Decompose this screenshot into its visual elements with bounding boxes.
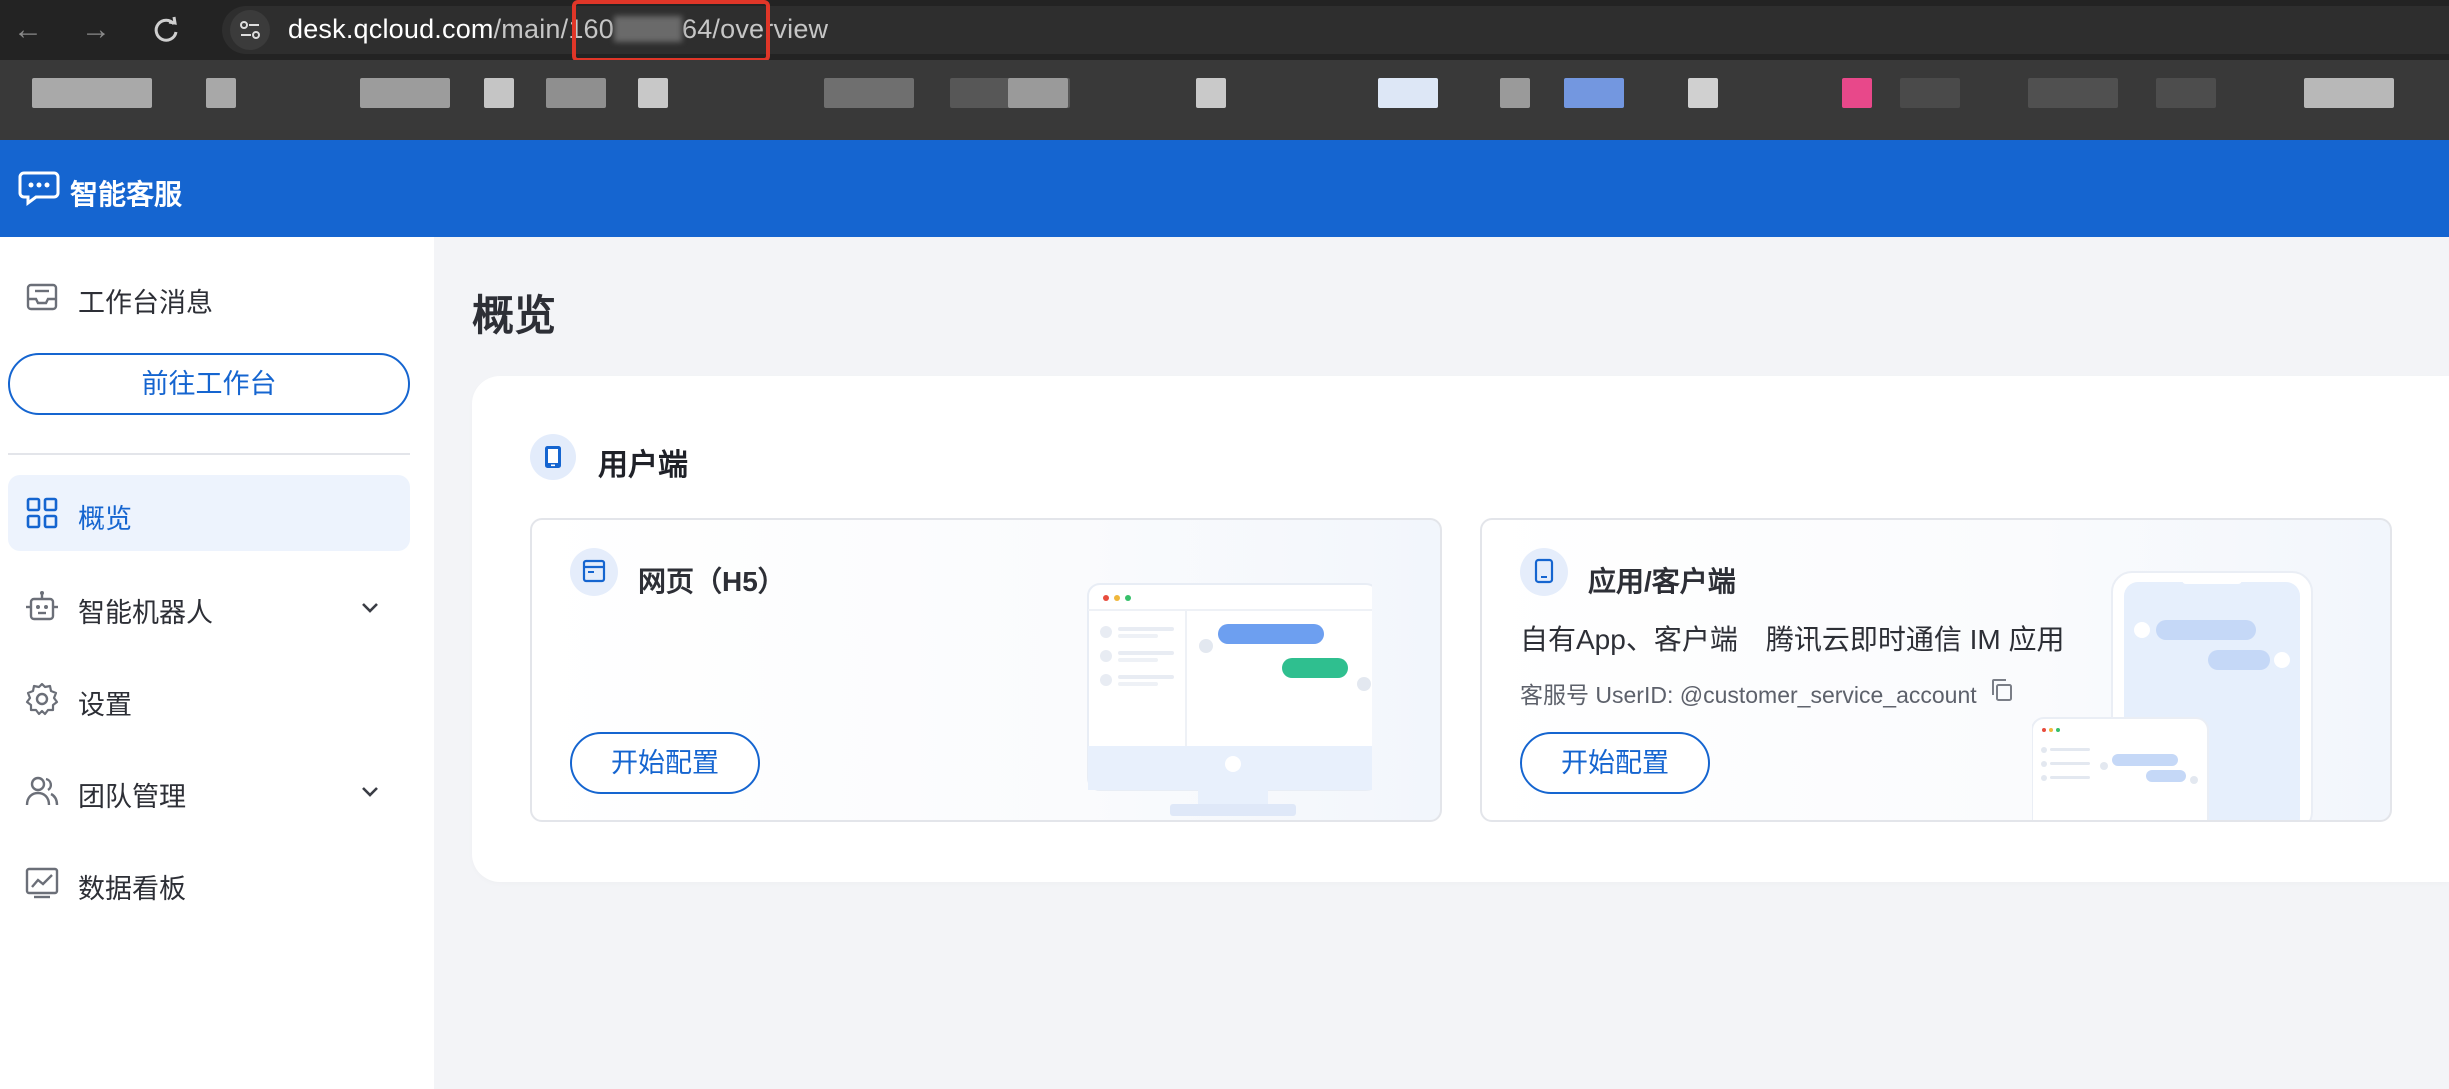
chevron-down-icon[interactable] bbox=[358, 779, 382, 803]
card-title: 应用/客户端 bbox=[1588, 566, 1736, 597]
bookmark-blurred[interactable] bbox=[1688, 78, 1718, 108]
address-bar[interactable]: desk.qcloud.com/main/160 64/overview bbox=[222, 6, 2449, 54]
web-h5-card: 网页（H5） 开始配置 bbox=[530, 518, 1442, 822]
sidebar-item-team[interactable]: 团队管理 bbox=[8, 753, 410, 829]
bookmark-blurred[interactable] bbox=[1842, 78, 1872, 108]
back-icon[interactable]: ← bbox=[10, 12, 46, 48]
bookmarks-bar bbox=[0, 60, 2449, 140]
url-highlight-box bbox=[572, 0, 770, 62]
sidebar-item-settings[interactable]: 设置 bbox=[8, 661, 410, 737]
bookmark-blurred[interactable] bbox=[1500, 78, 1530, 108]
page-title: 概览 bbox=[472, 292, 557, 339]
sidebar-item-robot[interactable]: 智能机器人 bbox=[8, 569, 410, 645]
card-icon-bg bbox=[1520, 548, 1568, 596]
sidebar-item-dashboard[interactable]: 数据看板 bbox=[8, 845, 410, 921]
sidebar-item-label: 设置 bbox=[78, 690, 132, 720]
sidebar-item-label: 工作台消息 bbox=[78, 288, 213, 318]
browser-toolbar: ← → desk.qcloud.com/main/160 64/overview bbox=[0, 0, 2449, 62]
site-info-icon[interactable] bbox=[230, 10, 270, 50]
section-icon-bg bbox=[530, 434, 576, 480]
mobile-app-icon bbox=[1534, 558, 1554, 584]
desktop-chat-illustration bbox=[1087, 583, 1372, 816]
sidebar-item-label: 数据看板 bbox=[78, 874, 186, 904]
bookmark-blurred[interactable] bbox=[1564, 78, 1624, 108]
bookmark-blurred[interactable] bbox=[206, 78, 236, 108]
bookmark-blurred[interactable] bbox=[32, 78, 152, 108]
start-config-button-app[interactable]: 开始配置 bbox=[1520, 732, 1710, 794]
team-icon bbox=[25, 776, 59, 806]
brand-name: 智能客服 bbox=[70, 179, 183, 210]
card-icon-bg bbox=[570, 548, 618, 596]
bookmark-blurred[interactable] bbox=[638, 78, 668, 108]
start-config-button-h5[interactable]: 开始配置 bbox=[570, 732, 760, 794]
sidebar-item-label: 智能机器人 bbox=[78, 598, 213, 628]
customer-service-userid: 客服号 UserID: @customer_service_account bbox=[1520, 682, 1977, 708]
bookmark-blurred[interactable] bbox=[360, 78, 450, 108]
sidebar-item-overview[interactable]: 概览 bbox=[8, 475, 410, 551]
bookmark-blurred[interactable] bbox=[1008, 78, 1068, 108]
url-host: desk.qcloud.com bbox=[288, 14, 494, 44]
gear-icon bbox=[25, 682, 59, 716]
app-client-card: 应用/客户端 自有App、客户端 腾讯云即时通信 IM 应用 客服号 UserI… bbox=[1480, 518, 2392, 822]
mobile-chat-illustration bbox=[2032, 571, 2313, 820]
card-title: 网页（H5） bbox=[638, 566, 786, 597]
bookmark-blurred[interactable] bbox=[2304, 78, 2394, 108]
forward-icon[interactable]: → bbox=[78, 12, 114, 48]
goto-workbench-button[interactable]: 前往工作台 bbox=[8, 353, 410, 415]
sidebar-item-label: 团队管理 bbox=[78, 782, 186, 812]
browser-window-icon bbox=[582, 559, 606, 583]
sidebar-divider bbox=[8, 453, 410, 455]
bookmark-blurred[interactable] bbox=[2156, 78, 2216, 108]
copy-icon[interactable] bbox=[1988, 676, 2016, 704]
bookmark-blurred[interactable] bbox=[1378, 78, 1438, 108]
section-title: 用户端 bbox=[598, 449, 688, 482]
bookmark-blurred[interactable] bbox=[2028, 78, 2118, 108]
chart-icon bbox=[25, 867, 59, 899]
inbox-icon bbox=[26, 283, 58, 311]
bookmark-blurred[interactable] bbox=[824, 78, 914, 108]
robot-icon bbox=[26, 591, 58, 621]
sidebar-item-label: 概览 bbox=[78, 504, 132, 534]
user-side-panel: 用户端 网页（H5） 开始配置 应用/客户端 自有App、客户端 腾讯云即时通信… bbox=[472, 376, 2449, 882]
reload-icon[interactable] bbox=[148, 12, 184, 48]
chevron-down-icon[interactable] bbox=[358, 595, 382, 619]
app-header: 智能客服 bbox=[0, 140, 2449, 237]
sidebar: 工作台消息 前往工作台 概览 智能机器人 设置 团队管理 数据看板 bbox=[0, 237, 434, 1089]
bookmark-blurred[interactable] bbox=[484, 78, 514, 108]
sidebar-item-workbench-messages[interactable]: 工作台消息 bbox=[8, 259, 410, 335]
grid-icon bbox=[26, 497, 58, 529]
bookmark-blurred[interactable] bbox=[546, 78, 606, 108]
chat-bubble-icon bbox=[18, 171, 60, 206]
bookmark-blurred[interactable] bbox=[1196, 78, 1226, 108]
bookmark-blurred[interactable] bbox=[1900, 78, 1960, 108]
mobile-device-icon bbox=[545, 446, 561, 468]
card-description: 自有App、客户端 腾讯云即时通信 IM 应用 bbox=[1520, 624, 2065, 655]
